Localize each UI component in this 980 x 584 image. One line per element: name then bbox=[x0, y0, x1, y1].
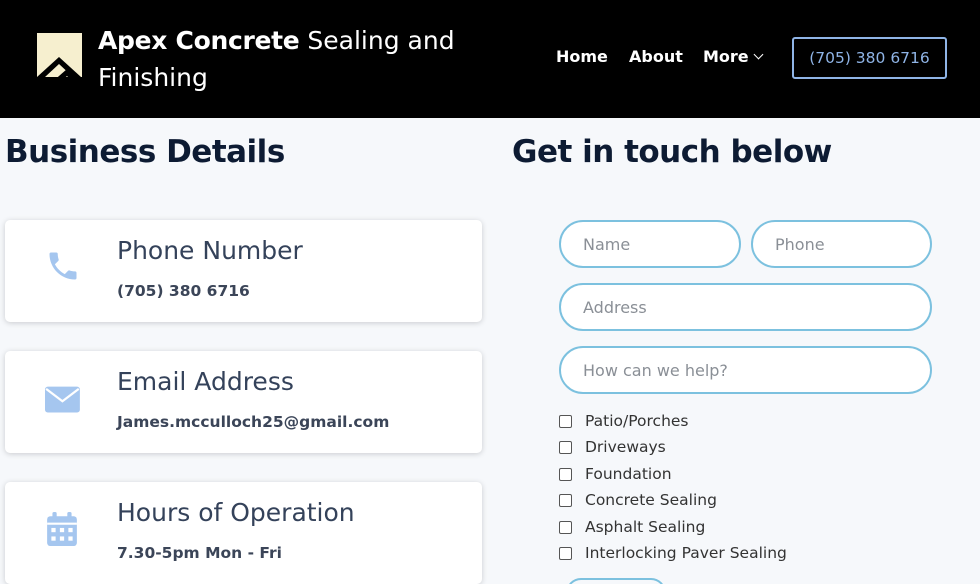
business-details-heading: Business Details bbox=[5, 134, 285, 170]
checkbox[interactable] bbox=[559, 414, 572, 428]
option-label: Concrete Sealing bbox=[585, 491, 717, 509]
option-label: Asphalt Sealing bbox=[585, 518, 706, 536]
email-card: Email Address James.mcculloch25@gmail.co… bbox=[5, 351, 482, 453]
phone-card: Phone Number (705) 380 6716 bbox=[5, 220, 482, 322]
nav-home[interactable]: Home bbox=[556, 47, 608, 66]
phone-icon bbox=[49, 252, 77, 280]
phone-number-value[interactable]: (705) 380 6716 bbox=[117, 282, 250, 300]
option-label: Interlocking Paver Sealing bbox=[585, 544, 787, 562]
option-label: Driveways bbox=[585, 438, 666, 456]
option-concrete-sealing[interactable]: Concrete Sealing bbox=[559, 491, 717, 509]
checkbox[interactable] bbox=[559, 493, 572, 507]
calendar-icon bbox=[47, 512, 77, 546]
address-input[interactable] bbox=[559, 283, 932, 331]
name-input[interactable] bbox=[559, 220, 741, 268]
chevron-down-icon bbox=[753, 49, 764, 60]
email-value[interactable]: James.mcculloch25@gmail.com bbox=[117, 413, 389, 431]
nav-more-label: More bbox=[703, 47, 749, 66]
submit-button[interactable] bbox=[566, 578, 666, 584]
hours-card: Hours of Operation 7.30-5pm Mon - Fri bbox=[5, 482, 482, 584]
phone-input[interactable] bbox=[751, 220, 932, 268]
option-asphalt-sealing[interactable]: Asphalt Sealing bbox=[559, 518, 705, 536]
nav-about[interactable]: About bbox=[629, 47, 683, 66]
checkbox[interactable] bbox=[559, 546, 572, 560]
hours-value: 7.30-5pm Mon - Fri bbox=[117, 544, 282, 562]
phone-call-button[interactable]: (705) 380 6716 bbox=[792, 37, 947, 79]
card-title: Phone Number bbox=[117, 236, 303, 265]
brand-name[interactable]: Apex Concrete Sealing and Finishing bbox=[98, 22, 478, 96]
envelope-icon bbox=[45, 386, 80, 413]
option-label: Patio/Porches bbox=[585, 412, 689, 430]
apex-logo-icon[interactable] bbox=[37, 33, 82, 83]
checkbox[interactable] bbox=[559, 467, 572, 481]
option-driveways[interactable]: Driveways bbox=[559, 438, 666, 456]
option-foundation[interactable]: Foundation bbox=[559, 465, 672, 483]
card-title: Hours of Operation bbox=[117, 498, 355, 527]
option-interlocking-paver-sealing[interactable]: Interlocking Paver Sealing bbox=[559, 544, 787, 562]
help-message-input[interactable] bbox=[559, 346, 932, 394]
option-patio-porches[interactable]: Patio/Porches bbox=[559, 412, 689, 430]
nav-more[interactable]: More bbox=[703, 47, 764, 66]
site-header: Apex Concrete Sealing and Finishing Home… bbox=[0, 0, 980, 118]
contact-heading: Get in touch below bbox=[512, 134, 832, 170]
checkbox[interactable] bbox=[559, 440, 572, 454]
checkbox[interactable] bbox=[559, 520, 572, 534]
brand-name-bold: Apex Concrete bbox=[98, 26, 300, 55]
card-title: Email Address bbox=[117, 367, 294, 396]
option-label: Foundation bbox=[585, 465, 672, 483]
